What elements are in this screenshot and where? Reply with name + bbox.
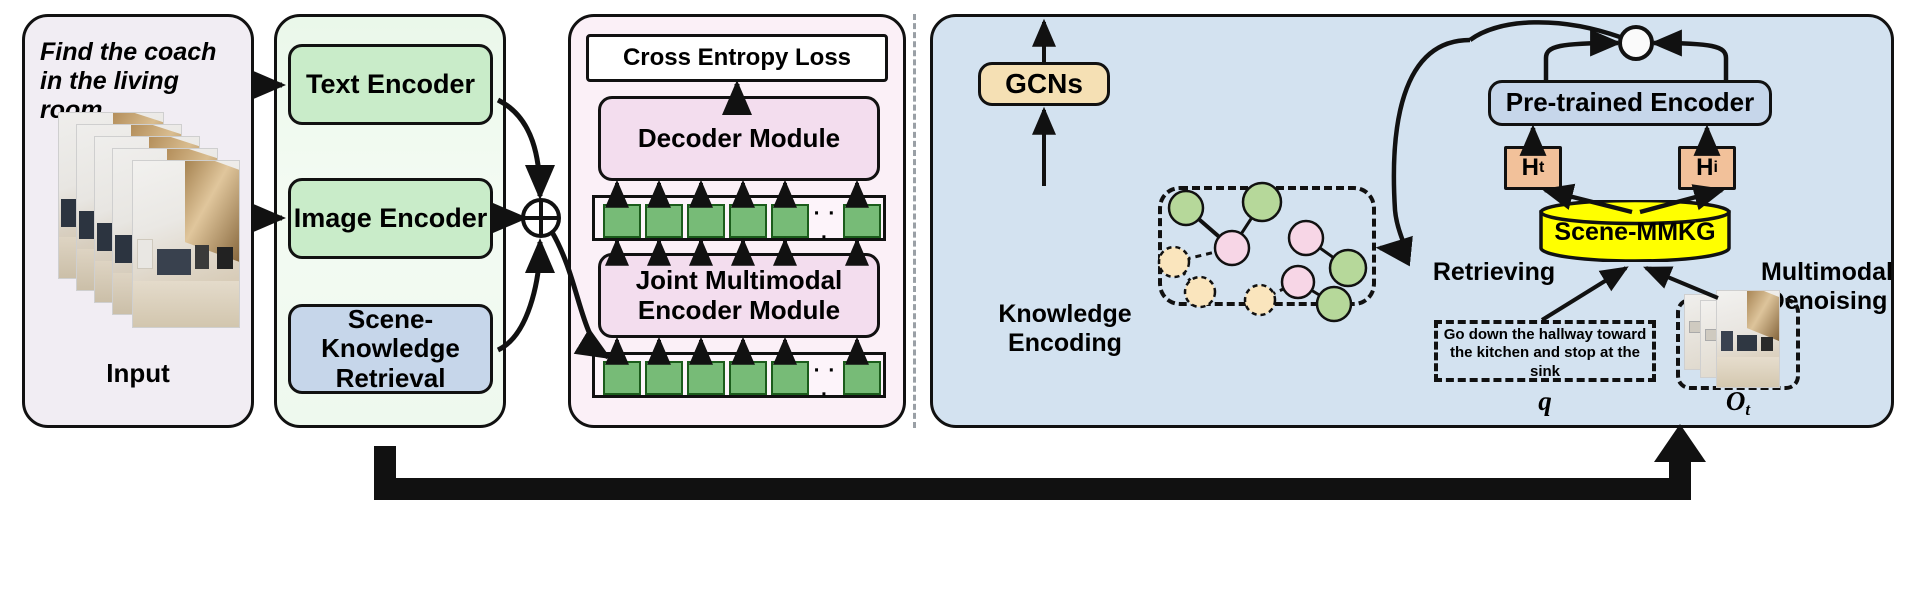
pretrained-encoder-label: Pre-trained Encoder: [1505, 87, 1755, 118]
diagram-canvas: Find the coach in the living room. Input…: [0, 0, 1918, 598]
pretrained-encoder-block[interactable]: Pre-trained Encoder: [1488, 80, 1772, 126]
observation-symbol: O: [1725, 386, 1746, 416]
decoder-module-label: Decoder Module: [637, 122, 841, 153]
knowledge-encoding-caption: Knowledge Encoding: [998, 300, 1132, 357]
feedback-arrow-head: [1654, 424, 1706, 462]
decoder-module-block[interactable]: Decoder Module: [598, 96, 880, 181]
token: [603, 361, 641, 395]
token: [687, 204, 725, 238]
token: [843, 361, 881, 395]
observation-subscript: t: [1745, 400, 1751, 419]
cross-entropy-loss-block: Cross Entropy Loss: [586, 34, 888, 82]
token: [603, 204, 641, 238]
panel-divider: [913, 14, 916, 428]
encoder-token-strip: · · ·: [592, 352, 886, 406]
token: [729, 361, 767, 395]
hi-feature-block: Hi: [1678, 146, 1736, 190]
image-encoder-block[interactable]: Image Encoder: [288, 178, 493, 259]
joint-multimodal-encoder-module-label: Joint Multimodal Encoder Module: [635, 265, 843, 325]
token: [771, 361, 809, 395]
retrieving-caption: Retrieving: [1432, 258, 1556, 286]
query-symbol-label: q: [1538, 386, 1552, 416]
token: [843, 204, 881, 238]
query-instruction-text: Go down the hallway toward the kitchen a…: [1443, 326, 1647, 380]
observation-symbol-label: Ot: [1676, 386, 1800, 420]
scene-knowledge-retrieval-label: Scene-Knowledge Retrieval: [321, 304, 460, 393]
knowledge-graph-box: [1158, 186, 1376, 306]
scene-mmkg-label: Scene-MMKG: [1554, 218, 1716, 246]
observation-image-stack: [1684, 290, 1796, 394]
decoder-token-strip: · · ·: [592, 195, 886, 249]
image-frame-5: [132, 160, 240, 328]
token: [729, 204, 767, 238]
cross-entropy-loss-label: Cross Entropy Loss: [622, 43, 852, 71]
joint-multimodal-encoder-module-block[interactable]: Joint Multimodal Encoder Module: [598, 253, 880, 338]
feedback-arrow-path: [374, 446, 1691, 500]
ht-label: H: [1521, 153, 1539, 181]
hi-subscript: i: [1713, 159, 1718, 177]
observation-image-box: [1676, 290, 1800, 390]
image-encoder-label: Image Encoder: [293, 203, 488, 234]
ht-subscript: t: [1539, 159, 1545, 177]
token-ellipsis: · · ·: [813, 202, 837, 249]
sum-operator-circle: [521, 198, 561, 238]
text-encoder-label: Text Encoder: [305, 69, 476, 100]
token-ellipsis: · · ·: [813, 359, 837, 406]
token: [645, 204, 683, 238]
hi-label: H: [1696, 153, 1714, 181]
scene-knowledge-retrieval-block[interactable]: Scene-Knowledge Retrieval: [288, 304, 493, 394]
token: [687, 361, 725, 395]
ht-feature-block: Ht: [1504, 146, 1562, 190]
obs-frame-3: [1716, 290, 1780, 388]
gcns-block[interactable]: GCNs: [978, 62, 1110, 106]
token: [771, 204, 809, 238]
input-image-stack: [58, 112, 240, 342]
text-encoder-block[interactable]: Text Encoder: [288, 44, 493, 125]
token: [645, 361, 683, 395]
gcns-label: GCNs: [1005, 68, 1083, 100]
input-caption: Input: [106, 358, 170, 388]
